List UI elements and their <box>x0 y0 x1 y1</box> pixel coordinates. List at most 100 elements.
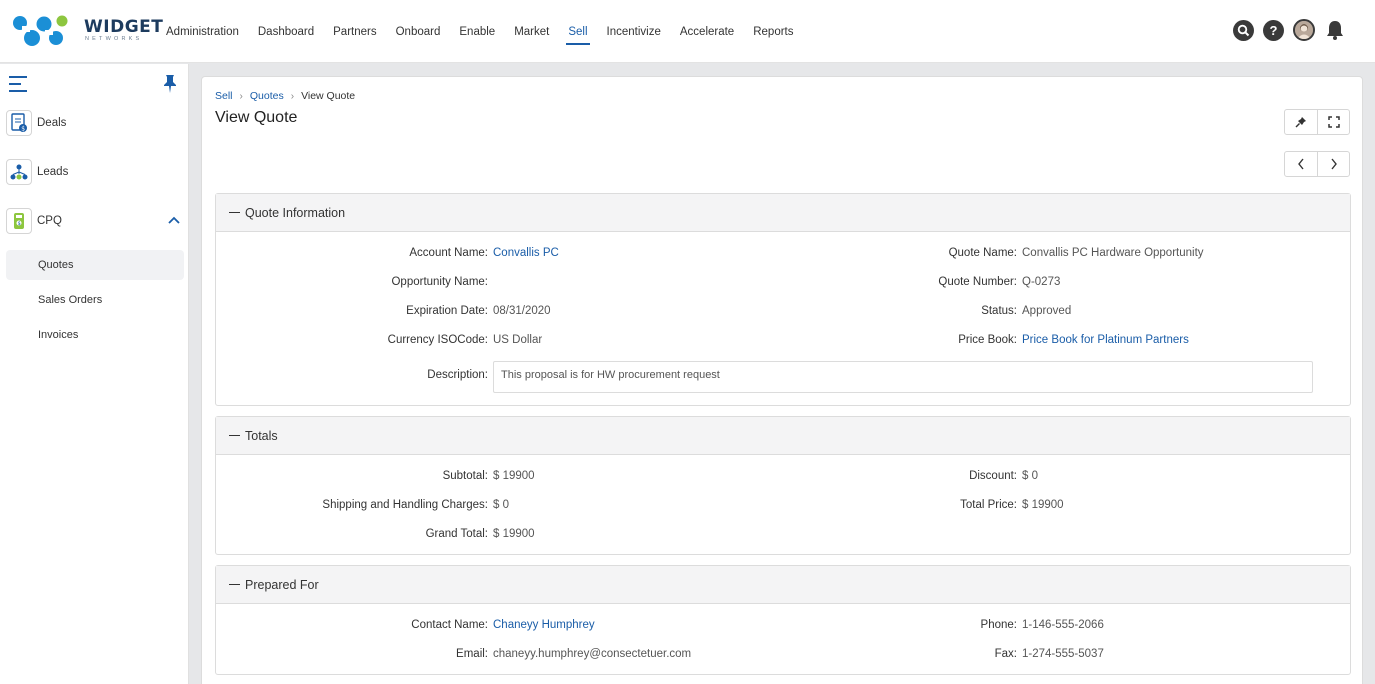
chevron-left-icon <box>1298 158 1304 170</box>
sidebar-subitem-quotes[interactable]: Quotes <box>6 250 184 280</box>
currency-value: US Dollar <box>493 334 543 346</box>
nav-administration[interactable]: Administration <box>166 22 239 42</box>
svg-text:$: $ <box>18 221 21 227</box>
status-field: Status: <box>981 303 1017 319</box>
currency-field: Currency ISOCode: <box>388 332 488 348</box>
subtotal-field: Subtotal: <box>443 468 488 484</box>
field-label: Expiration Date: <box>406 305 488 317</box>
previous-record-button[interactable] <box>1285 152 1317 176</box>
expand-icon <box>1327 116 1340 128</box>
field-label: Grand Total: <box>425 528 488 540</box>
shipping-value: $ 0 <box>493 499 509 511</box>
nav-partners[interactable]: Partners <box>333 22 376 42</box>
description-value: This proposal is for HW procurement requ… <box>493 361 1313 393</box>
nav-market[interactable]: Market <box>514 22 549 42</box>
expiration-date-field: Expiration Date: <box>406 303 488 319</box>
field-label: Opportunity Name: <box>391 276 488 288</box>
sidebar-item-cpq[interactable]: $ CPQ <box>6 207 184 235</box>
field-label: Currency ISOCode: <box>387 334 488 346</box>
account-name-link[interactable]: Convallis PC <box>493 245 559 261</box>
fullscreen-button[interactable] <box>1317 110 1349 134</box>
collapse-dash-icon <box>229 583 240 586</box>
section-title: Prepared For <box>245 577 319 592</box>
next-record-button[interactable] <box>1317 152 1349 176</box>
user-avatar[interactable] <box>1293 19 1315 41</box>
field-label: Fax: <box>994 648 1017 660</box>
deals-icon: $ <box>6 110 32 136</box>
logo-tagline: NETWORKS <box>85 36 143 42</box>
top-icons: ? <box>1224 19 1345 41</box>
field-label: Price Book: <box>958 334 1017 346</box>
expiration-date-value: 08/31/2020 <box>493 305 551 317</box>
contact-name-link[interactable]: Chaneyy Humphrey <box>493 617 595 633</box>
quote-name-value: Convallis PC Hardware Opportunity <box>1022 247 1204 259</box>
sidebar-item-label: Leads <box>37 166 69 178</box>
breadcrumb: Sell › Quotes › View Quote <box>215 90 355 102</box>
sidebar-subitem-sales-orders[interactable]: Sales Orders <box>6 285 184 315</box>
field-label: Quote Name: <box>948 247 1017 259</box>
page-title: View Quote <box>215 109 298 126</box>
sidebar-subitem-invoices[interactable]: Invoices <box>6 320 184 350</box>
quote-information-header[interactable]: Quote Information <box>216 194 1350 232</box>
field-label: Description: <box>427 369 488 381</box>
grand-total-value: $ 19900 <box>493 528 535 540</box>
breadcrumb-current: View Quote <box>301 90 356 102</box>
main-panel: Sell › Quotes › View Quote View Quote Qu… <box>201 76 1363 684</box>
top-navbar: WIDGET NETWORKS Administration Dashboard… <box>0 0 1375 63</box>
nav-reports[interactable]: Reports <box>753 22 793 42</box>
nav-incentivize[interactable]: Incentivize <box>607 22 661 42</box>
discount-field: Discount: <box>969 468 1017 484</box>
quote-number-value: Q-0273 <box>1022 276 1061 288</box>
subtotal-value: $ 19900 <box>493 470 535 482</box>
sidebar-item-deals[interactable]: $ Deals <box>6 109 184 137</box>
phone-field: Phone: <box>981 617 1017 633</box>
field-label: Email: <box>456 648 488 660</box>
totals-header[interactable]: Totals <box>216 417 1350 455</box>
field-label: Discount: <box>969 470 1017 482</box>
breadcrumb-quotes[interactable]: Quotes <box>250 90 284 102</box>
field-label: Account Name: <box>409 247 488 259</box>
main-nav: Administration Dashboard Partners Onboar… <box>166 0 813 63</box>
email-value: chaneyy.humphrey@consectetuer.com <box>493 648 692 660</box>
section-title: Quote Information <box>245 205 346 220</box>
nav-accelerate[interactable]: Accelerate <box>680 22 734 42</box>
view-actions <box>1284 109 1350 135</box>
notifications-bell-icon[interactable] <box>1325 19 1345 41</box>
chevron-right-icon: › <box>290 90 295 102</box>
field-label: Total Price: <box>960 499 1017 511</box>
totals-section: Totals Subtotal: $ 19900 Shipping and Ha… <box>215 416 1351 555</box>
search-icon[interactable] <box>1233 19 1254 41</box>
nav-sell[interactable]: Sell <box>566 22 590 45</box>
shipping-field: Shipping and Handling Charges: <box>322 497 488 513</box>
field-label: Subtotal: <box>442 470 488 482</box>
price-book-link[interactable]: Price Book for Platinum Partners <box>1022 332 1189 348</box>
record-pager <box>1284 151 1350 177</box>
field-label: Status: <box>981 305 1017 317</box>
chevron-right-icon <box>1330 158 1337 170</box>
svg-text:$: $ <box>21 125 25 132</box>
nav-onboard[interactable]: Onboard <box>396 22 441 42</box>
help-icon[interactable]: ? <box>1263 19 1284 41</box>
leads-icon <box>6 159 32 185</box>
nav-enable[interactable]: Enable <box>459 22 495 42</box>
pin-button[interactable] <box>1285 110 1317 134</box>
fax-value: 1-274-555-5037 <box>1022 648 1104 660</box>
menu-hamburger-icon[interactable] <box>9 76 27 92</box>
prepared-for-header[interactable]: Prepared For <box>216 566 1350 604</box>
collapse-dash-icon <box>229 211 240 214</box>
pin-sidebar-icon[interactable] <box>162 74 178 94</box>
fax-field: Fax: <box>995 646 1017 662</box>
widget-networks-logo[interactable]: WIDGET NETWORKS <box>12 14 163 48</box>
pin-icon <box>1295 117 1306 128</box>
total-price-value: $ 19900 <box>1022 499 1064 511</box>
nav-dashboard[interactable]: Dashboard <box>258 22 314 42</box>
sidebar: $ Deals Leads $ CPQ Quotes Sales Orders … <box>0 64 189 684</box>
phone-value: 1-146-555-2066 <box>1022 619 1104 631</box>
sidebar-item-leads[interactable]: Leads <box>6 158 184 186</box>
breadcrumb-sell[interactable]: Sell <box>215 90 233 102</box>
status-value: Approved <box>1022 305 1072 317</box>
chevron-up-icon[interactable] <box>168 214 180 224</box>
logo-text: WIDGET <box>84 17 164 37</box>
cpq-icon: $ <box>6 208 32 234</box>
sidebar-item-label: Deals <box>37 117 67 129</box>
